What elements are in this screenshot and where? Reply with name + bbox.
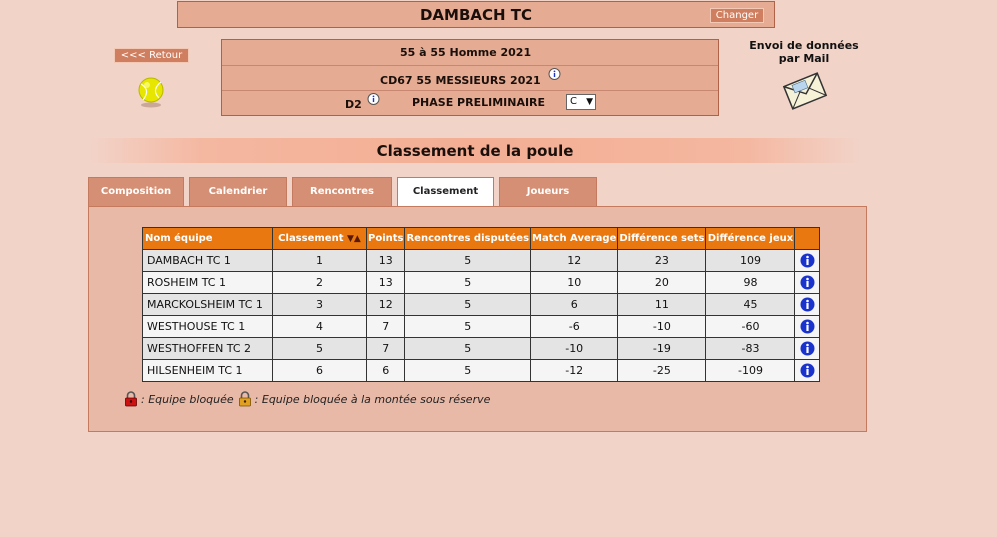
- cell-rank: 3: [272, 293, 367, 316]
- cell-game-difference: -83: [705, 337, 796, 360]
- orange-lock-icon: [238, 391, 251, 407]
- phase-label: PHASE PRELIMINAIRE: [412, 96, 546, 109]
- cell-set-difference: 11: [617, 293, 707, 316]
- cell-points: 13: [365, 271, 406, 294]
- cell-matches-played: 5: [404, 337, 532, 360]
- legend-blocked: : Equipe bloquée: [141, 392, 234, 406]
- tab-calendrier[interactable]: Calendrier: [189, 177, 287, 206]
- cell-matches-played: 5: [404, 249, 532, 272]
- cell-info: [794, 359, 821, 382]
- cell-set-difference: -25: [617, 359, 707, 382]
- cell-set-difference: -10: [617, 315, 707, 338]
- cell-matches-played: 5: [404, 271, 532, 294]
- cell-matches-played: 5: [404, 293, 532, 316]
- column-header-team[interactable]: Nom équipe: [142, 227, 273, 250]
- cell-set-difference: 23: [617, 249, 707, 272]
- cell-team-name: ROSHEIM TC 1: [142, 271, 273, 294]
- column-header-match-average[interactable]: Match Average: [530, 227, 619, 250]
- cell-points: 6: [365, 359, 406, 382]
- cell-match-average: 10: [530, 271, 619, 294]
- cell-game-difference: 45: [705, 293, 796, 316]
- cell-match-average: 6: [530, 293, 619, 316]
- cell-team-name: DAMBACH TC 1: [142, 249, 273, 272]
- cell-info: [794, 315, 821, 338]
- ranking-table: Nom équipe Classement ▼▲ Points Rencontr…: [142, 227, 821, 382]
- back-button[interactable]: <<< Retour: [114, 48, 189, 63]
- section-band: Classement de la poule: [90, 138, 860, 163]
- tab-rencontres[interactable]: Rencontres: [292, 177, 392, 206]
- table-row: WESTHOFFEN TC 2 5 7 5 -10 -19 -83: [142, 337, 821, 360]
- column-header-info: [794, 227, 821, 250]
- table-row: MARCKOLSHEIM TC 1 3 12 5 6 11 45: [142, 293, 821, 316]
- cell-game-difference: 98: [705, 271, 796, 294]
- column-header-game-difference[interactable]: Différence jeux: [705, 227, 796, 250]
- sort-arrows-icon[interactable]: ▼▲: [347, 234, 361, 244]
- cell-team-name: MARCKOLSHEIM TC 1: [142, 293, 273, 316]
- competition-info: 55 à 55 Homme 2021 CD67 55 MESSIEURS 202…: [221, 39, 719, 116]
- column-header-played[interactable]: Rencontres disputées: [404, 227, 532, 250]
- cell-info: [794, 293, 821, 316]
- info-icon[interactable]: [800, 275, 815, 290]
- tab-composition[interactable]: Composition: [88, 177, 184, 206]
- cell-points: 12: [365, 293, 406, 316]
- cell-matches-played: 5: [404, 359, 532, 382]
- tab-joueurs[interactable]: Joueurs: [499, 177, 597, 206]
- cell-game-difference: 109: [705, 249, 796, 272]
- cell-match-average: -12: [530, 359, 619, 382]
- mail-label: Envoi de données par Mail: [749, 39, 859, 65]
- info-icon[interactable]: [800, 297, 815, 312]
- column-header-rank[interactable]: Classement ▼▲: [272, 227, 367, 250]
- red-lock-icon: [125, 391, 137, 407]
- cell-info: [794, 271, 821, 294]
- cell-team-name: WESTHOFFEN TC 2: [142, 337, 273, 360]
- cell-info: [794, 249, 821, 272]
- cell-rank: 6: [272, 359, 367, 382]
- cell-rank: 2: [272, 271, 367, 294]
- club-header: DAMBACH TC Changer: [177, 1, 775, 28]
- tennis-ball-icon: [138, 77, 164, 108]
- table-row: WESTHOUSE TC 1 4 7 5 -6 -10 -60: [142, 315, 821, 338]
- cell-match-average: -6: [530, 315, 619, 338]
- cell-team-name: HILSENHEIM TC 1: [142, 359, 273, 382]
- cell-rank: 4: [272, 315, 367, 338]
- info-icon[interactable]: [800, 319, 815, 334]
- competition-name: CD67 55 MESSIEURS 2021: [380, 74, 541, 87]
- cell-match-average: -10: [530, 337, 619, 360]
- info-icon[interactable]: [800, 341, 815, 356]
- cell-rank: 5: [272, 337, 367, 360]
- cell-matches-played: 5: [404, 315, 532, 338]
- info-icon[interactable]: [800, 253, 815, 268]
- info-bubble-icon[interactable]: [548, 68, 561, 81]
- competition-category: 55 à 55 Homme 2021: [400, 46, 532, 59]
- cell-info: [794, 337, 821, 360]
- cell-points: 13: [365, 249, 406, 272]
- envelope-icon[interactable]: [781, 69, 829, 113]
- info-bubble-icon[interactable]: [367, 93, 380, 106]
- cell-points: 7: [365, 315, 406, 338]
- column-header-points[interactable]: Points: [365, 227, 406, 250]
- legend: : Equipe bloquée : Equipe bloquée à la m…: [124, 391, 490, 407]
- table-row: HILSENHEIM TC 1 6 6 5 -12 -25 -109: [142, 359, 821, 382]
- cell-set-difference: -19: [617, 337, 707, 360]
- change-club-button[interactable]: Changer: [710, 8, 764, 23]
- cell-game-difference: -60: [705, 315, 796, 338]
- division-label: D2: [345, 98, 362, 111]
- poule-select[interactable]: C ▼: [566, 94, 596, 110]
- cell-set-difference: 20: [617, 271, 707, 294]
- section-title: Classement de la poule: [376, 142, 574, 160]
- table-row: ROSHEIM TC 1 2 13 5 10 20 98: [142, 271, 821, 294]
- tab-classement[interactable]: Classement: [397, 177, 494, 207]
- info-icon[interactable]: [800, 363, 815, 378]
- cell-rank: 1: [272, 249, 367, 272]
- club-title: DAMBACH TC: [419, 6, 533, 24]
- cell-game-difference: -109: [705, 359, 796, 382]
- cell-points: 7: [365, 337, 406, 360]
- cell-match-average: 12: [530, 249, 619, 272]
- cell-team-name: WESTHOUSE TC 1: [142, 315, 273, 338]
- table-row: DAMBACH TC 1 1 13 5 12 23 109: [142, 249, 821, 272]
- legend-blocked-reserve: : Equipe bloquée à la montée sous réserv…: [254, 392, 491, 406]
- column-header-set-difference[interactable]: Différence sets: [617, 227, 707, 250]
- chevron-down-icon: ▼: [586, 97, 593, 107]
